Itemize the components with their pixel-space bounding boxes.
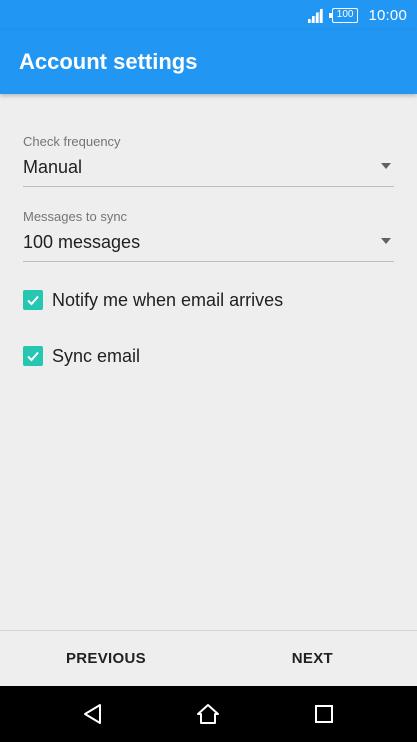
messages-to-sync-label: Messages to sync [23, 209, 128, 224]
status-bar: 100 10:00 [0, 0, 417, 30]
notify-label: Notify me when email arrives [52, 289, 284, 310]
back-icon [84, 704, 101, 724]
dropdown-arrow-icon [381, 163, 391, 169]
recents-button[interactable] [312, 702, 336, 726]
screen: 100 10:00 Account settings Check frequen… [0, 0, 417, 742]
battery-icon: 100 [328, 7, 359, 23]
next-button[interactable]: NEXT [200, 631, 417, 686]
check-frequency-label: Check frequency [23, 134, 121, 149]
notify-checkbox[interactable] [23, 290, 43, 310]
messages-to-sync-dropdown[interactable]: 100 messages [23, 225, 394, 262]
check-frequency-field: Check frequency Manual [23, 133, 394, 187]
app-bar: Account settings [0, 30, 417, 94]
messages-to-sync-value: 100 messages [23, 232, 141, 252]
button-bar: PREVIOUS NEXT [0, 630, 417, 686]
checkmark-icon [27, 295, 39, 306]
sync-email-label: Sync email [52, 345, 141, 366]
messages-to-sync-field: Messages to sync 100 messages [23, 208, 394, 262]
battery-level: 100 [336, 9, 354, 20]
notify-checkbox-row[interactable]: Notify me when email arrives [23, 285, 394, 315]
previous-button[interactable]: PREVIOUS [0, 631, 200, 686]
status-time: 10:00 [368, 6, 407, 24]
check-frequency-dropdown[interactable]: Manual [23, 150, 394, 187]
page-title: Account settings [19, 49, 198, 74]
sync-email-checkbox-row[interactable]: Sync email [23, 341, 394, 371]
home-icon [197, 704, 219, 724]
home-button[interactable] [196, 702, 220, 726]
check-frequency-value: Manual [23, 157, 83, 177]
signal-icon [307, 8, 323, 23]
sync-email-checkbox[interactable] [23, 346, 43, 366]
recents-icon [315, 705, 333, 723]
dropdown-arrow-icon [381, 238, 391, 244]
back-button[interactable] [81, 702, 105, 726]
checkmark-icon [27, 351, 39, 362]
navigation-bar [0, 686, 417, 742]
account-settings-form: Check frequency Manual Messages to sync … [23, 133, 394, 371]
